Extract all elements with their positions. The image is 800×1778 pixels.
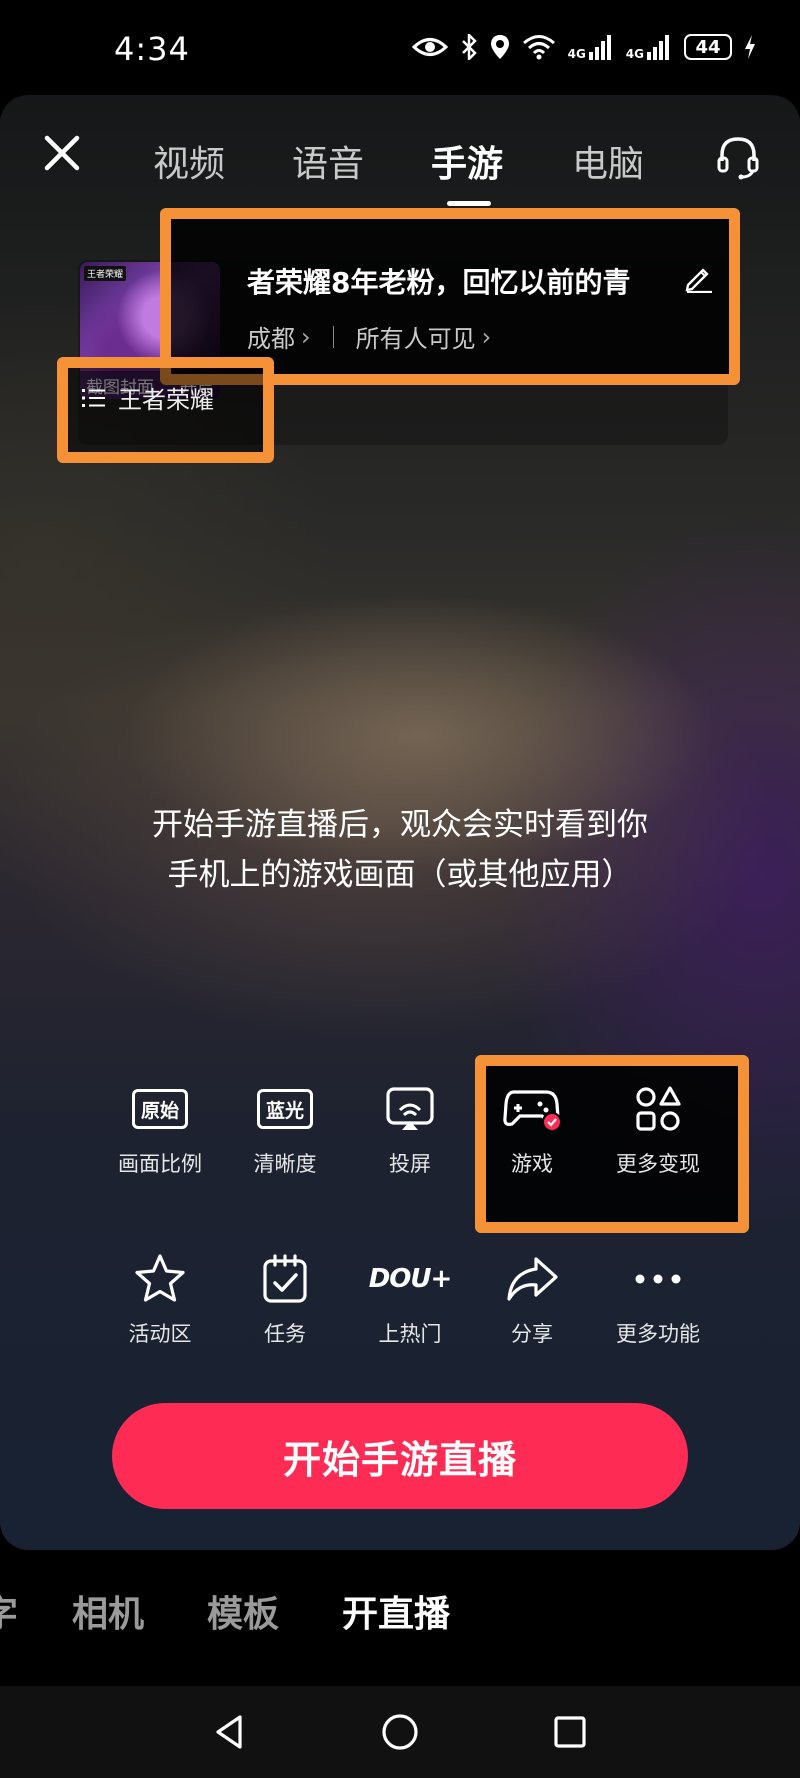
bluetooth-icon xyxy=(461,34,477,60)
feature-quality[interactable]: 蓝光 清晰度 xyxy=(225,1080,345,1178)
feature-label: 投屏 xyxy=(389,1152,431,1176)
recents-square-icon[interactable] xyxy=(550,1712,590,1752)
feature-label: 画面比例 xyxy=(118,1152,202,1176)
feature-label: 活动区 xyxy=(128,1322,192,1346)
live-setup-panel: 视频 语音 手游 电脑 王者荣耀 截图封面 开启 者荣耀8年老粉，回忆以前的青 … xyxy=(0,95,800,1550)
wifi-icon xyxy=(522,35,555,60)
live-type-tabs: 视频 语音 手游 电脑 xyxy=(0,135,800,195)
share-arrow-icon xyxy=(507,1257,558,1301)
feature-cast-screen[interactable]: 投屏 xyxy=(350,1080,470,1178)
visibility-label[interactable]: 所有人可见 xyxy=(356,319,476,354)
location-icon xyxy=(490,35,509,59)
hint-line-1: 开始手游直播后，观众会实时看到你 xyxy=(152,807,648,843)
active-tab-indicator xyxy=(447,201,491,206)
feature-activity-zone[interactable]: 活动区 xyxy=(100,1250,220,1348)
highlight-category-box: 王者荣耀 xyxy=(57,357,274,463)
mode-text[interactable]: 字 xyxy=(0,1585,18,1637)
quality-badge-icon: 蓝光 xyxy=(257,1089,313,1129)
location-label[interactable]: 成都 xyxy=(247,319,295,354)
feature-label: 分享 xyxy=(511,1322,553,1346)
live-title[interactable]: 者荣耀8年老粉，回忆以前的青 xyxy=(247,261,630,301)
start-mobile-game-live-button[interactable]: 开始手游直播 xyxy=(112,1403,688,1509)
more-dots-icon xyxy=(635,1274,681,1284)
status-icons: 4G 4G 44 xyxy=(411,34,756,60)
feature-game[interactable]: 游戏 xyxy=(472,1080,592,1178)
star-icon xyxy=(135,1254,185,1302)
meta-divider xyxy=(332,325,334,348)
edit-pencil-icon[interactable] xyxy=(684,263,714,293)
list-icon xyxy=(82,388,105,407)
game-category-label: 王者荣耀 xyxy=(118,386,214,414)
feature-trending-boost[interactable]: DOU+ 上热门 xyxy=(350,1250,470,1348)
gamepad-icon xyxy=(503,1090,562,1132)
feature-label: 游戏 xyxy=(511,1152,553,1176)
feature-share[interactable]: 分享 xyxy=(472,1250,592,1348)
apps-shapes-icon xyxy=(636,1086,681,1131)
feature-tasks[interactable]: 任务 xyxy=(225,1250,345,1348)
chevron-right-icon: › xyxy=(481,322,492,351)
cover-game-tag: 王者荣耀 xyxy=(84,266,127,281)
game-category-selector[interactable]: 王者荣耀 xyxy=(82,380,214,415)
system-navigation-bar xyxy=(0,1686,800,1778)
mode-camera[interactable]: 相机 xyxy=(72,1585,144,1637)
feature-label: 更多变现 xyxy=(616,1152,700,1176)
feature-label: 更多功能 xyxy=(616,1322,700,1346)
tab-computer[interactable]: 电脑 xyxy=(572,135,644,187)
ratio-badge-icon: 原始 xyxy=(132,1089,188,1129)
dou-plus-icon: DOU+ xyxy=(368,1264,453,1294)
tab-voice[interactable]: 语音 xyxy=(292,135,364,187)
network-type-2: 4G xyxy=(625,47,644,61)
status-bar: 4:34 4G 4G 44 xyxy=(0,0,800,100)
status-time: 4:34 xyxy=(114,30,190,68)
signal-bars-icon xyxy=(588,35,611,60)
task-clipboard-icon xyxy=(263,1254,307,1303)
hint-line-2: 手机上的游戏画面（或其他应用） xyxy=(167,857,633,893)
feature-more-monetization[interactable]: 更多变现 xyxy=(598,1080,718,1178)
headset-icon[interactable] xyxy=(714,133,762,181)
network-type-1: 4G xyxy=(567,47,586,61)
signal-2: 4G xyxy=(626,34,672,60)
home-circle-icon[interactable] xyxy=(380,1712,420,1752)
live-meta: 成都 › 所有人可见 › xyxy=(247,319,491,354)
feature-label: 清晰度 xyxy=(253,1152,317,1176)
charging-icon xyxy=(745,35,755,59)
tab-mobile-game[interactable]: 手游 xyxy=(431,135,503,187)
chevron-right-icon: › xyxy=(301,322,311,351)
feature-label: 上热门 xyxy=(378,1322,442,1346)
mode-go-live[interactable]: 开直播 xyxy=(342,1585,450,1637)
eye-icon xyxy=(411,38,448,56)
feature-aspect-ratio[interactable]: 原始 画面比例 xyxy=(100,1080,220,1178)
tab-video[interactable]: 视频 xyxy=(153,135,225,187)
feature-label: 任务 xyxy=(264,1322,306,1346)
mode-template[interactable]: 模板 xyxy=(207,1585,279,1637)
signal-bars-icon xyxy=(647,35,669,60)
back-triangle-icon[interactable] xyxy=(210,1712,250,1752)
signal-1: 4G xyxy=(568,34,614,60)
battery-indicator: 44 xyxy=(684,34,732,60)
cast-screen-icon xyxy=(386,1087,434,1130)
mobile-game-hint: 开始手游直播后，观众会实时看到你 手机上的游戏画面（或其他应用） xyxy=(0,800,800,900)
feature-more-functions[interactable]: 更多功能 xyxy=(598,1250,718,1348)
mode-switcher: 字 相机 模板 开直播 xyxy=(0,1555,800,1665)
